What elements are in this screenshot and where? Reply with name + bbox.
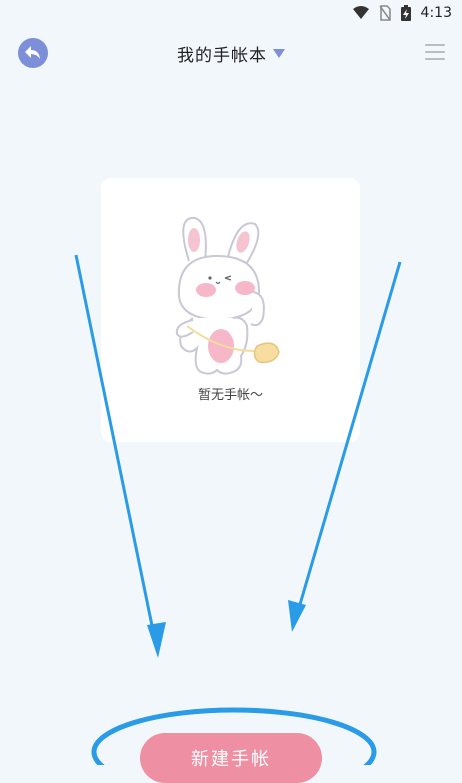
new-notebook-button[interactable]: 新建手帐 [140, 733, 322, 783]
left-arrow-head [147, 622, 166, 658]
right-arrow-shaft [292, 261, 402, 626]
annotation-arrows [74, 254, 402, 658]
right-arrow-head [288, 600, 306, 632]
left-arrow-shaft [74, 254, 159, 651]
